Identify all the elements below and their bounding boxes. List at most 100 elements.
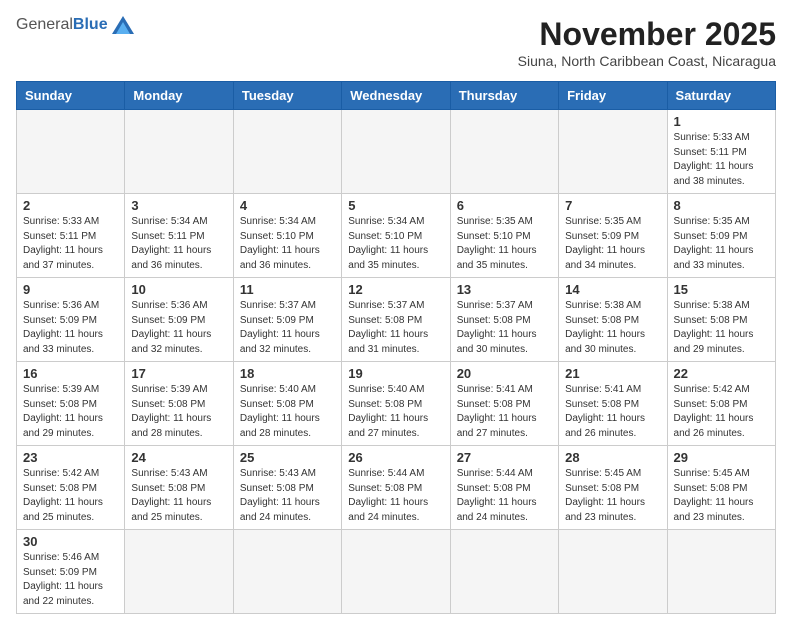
- calendar-cell: 23 Sunrise: 5:42 AM Sunset: 5:08 PM Dayli…: [17, 446, 125, 530]
- calendar-week-row: 9 Sunrise: 5:36 AM Sunset: 5:09 PM Daylig…: [17, 278, 776, 362]
- calendar-cell: 17 Sunrise: 5:39 AM Sunset: 5:08 PM Dayli…: [125, 362, 233, 446]
- day-info: Sunrise: 5:40 AM Sunset: 5:08 PM Dayligh…: [348, 383, 443, 441]
- calendar-cell: 15 Sunrise: 5:38 AM Sunset: 5:08 PM Dayli…: [667, 278, 775, 362]
- day-info: Sunrise: 5:39 AM Sunset: 5:08 PM Dayligh…: [131, 383, 226, 441]
- day-info: Sunrise: 5:44 AM Sunset: 5:08 PM Dayligh…: [348, 467, 443, 525]
- day-number: 27: [457, 450, 552, 465]
- month-title: November 2025: [518, 16, 776, 53]
- calendar-cell: [450, 530, 558, 614]
- day-info: Sunrise: 5:36 AM Sunset: 5:09 PM Dayligh…: [23, 299, 118, 357]
- calendar-cell: [17, 110, 125, 194]
- day-info: Sunrise: 5:34 AM Sunset: 5:11 PM Dayligh…: [131, 215, 226, 273]
- day-number: 17: [131, 366, 226, 381]
- logo: General Blue: [16, 16, 134, 34]
- calendar-cell: 4 Sunrise: 5:34 AM Sunset: 5:10 PM Daylig…: [233, 194, 341, 278]
- day-number: 28: [565, 450, 660, 465]
- day-number: 21: [565, 366, 660, 381]
- day-info: Sunrise: 5:41 AM Sunset: 5:08 PM Dayligh…: [457, 383, 552, 441]
- day-number: 11: [240, 282, 335, 297]
- calendar-cell: 25 Sunrise: 5:43 AM Sunset: 5:08 PM Dayli…: [233, 446, 341, 530]
- calendar-cell: 16Sunrise: 5:39 AM Sunset: 5:08 PM Dayli…: [17, 362, 125, 446]
- calendar-cell: 1Sunrise: 5:33 AM Sunset: 5:11 PM Daylig…: [667, 110, 775, 194]
- day-info: Sunrise: 5:36 AM Sunset: 5:09 PM Dayligh…: [131, 299, 226, 357]
- calendar-cell: 20Sunrise: 5:41 AM Sunset: 5:08 PM Dayli…: [450, 362, 558, 446]
- day-number: 4: [240, 198, 335, 213]
- calendar-header-row: SundayMondayTuesdayWednesdayThursdayFrid…: [17, 82, 776, 110]
- day-number: 6: [457, 198, 552, 213]
- day-info: Sunrise: 5:45 AM Sunset: 5:08 PM Dayligh…: [674, 467, 769, 525]
- calendar-cell: 7Sunrise: 5:35 AM Sunset: 5:09 PM Daylig…: [559, 194, 667, 278]
- day-info: Sunrise: 5:42 AM Sunset: 5:08 PM Dayligh…: [23, 467, 118, 525]
- day-number: 23: [23, 450, 118, 465]
- day-number: 13: [457, 282, 552, 297]
- column-header-monday: Monday: [125, 82, 233, 110]
- day-number: 22: [674, 366, 769, 381]
- day-number: 9: [23, 282, 118, 297]
- calendar-cell: [233, 530, 341, 614]
- day-info: Sunrise: 5:46 AM Sunset: 5:09 PM Dayligh…: [23, 551, 118, 609]
- calendar-cell: 14 Sunrise: 5:38 AM Sunset: 5:08 PM Dayli…: [559, 278, 667, 362]
- calendar-cell: [559, 530, 667, 614]
- calendar-week-row: 1Sunrise: 5:33 AM Sunset: 5:11 PM Daylig…: [17, 110, 776, 194]
- day-info: Sunrise: 5:37 AM Sunset: 5:08 PM Dayligh…: [457, 299, 552, 357]
- day-info: Sunrise: 5:37 AM Sunset: 5:09 PM Dayligh…: [240, 299, 335, 357]
- calendar-cell: [450, 110, 558, 194]
- day-info: Sunrise: 5:34 AM Sunset: 5:10 PM Dayligh…: [240, 215, 335, 273]
- day-number: 2: [23, 198, 118, 213]
- column-header-tuesday: Tuesday: [233, 82, 341, 110]
- calendar-cell: 29 Sunrise: 5:45 AM Sunset: 5:08 PM Dayli…: [667, 446, 775, 530]
- day-info: Sunrise: 5:33 AM Sunset: 5:11 PM Dayligh…: [674, 131, 769, 189]
- logo-general: General: [16, 16, 73, 34]
- day-info: Sunrise: 5:35 AM Sunset: 5:10 PM Dayligh…: [457, 215, 552, 273]
- calendar-cell: 26Sunrise: 5:44 AM Sunset: 5:08 PM Dayli…: [342, 446, 450, 530]
- day-number: 19: [348, 366, 443, 381]
- calendar-cell: 3 Sunrise: 5:34 AM Sunset: 5:11 PM Daylig…: [125, 194, 233, 278]
- calendar-cell: [559, 110, 667, 194]
- day-info: Sunrise: 5:41 AM Sunset: 5:08 PM Dayligh…: [565, 383, 660, 441]
- day-number: 12: [348, 282, 443, 297]
- calendar-week-row: 23 Sunrise: 5:42 AM Sunset: 5:08 PM Dayli…: [17, 446, 776, 530]
- calendar-cell: 22 Sunrise: 5:42 AM Sunset: 5:08 PM Dayli…: [667, 362, 775, 446]
- day-info: Sunrise: 5:33 AM Sunset: 5:11 PM Dayligh…: [23, 215, 118, 273]
- calendar-cell: 10 Sunrise: 5:36 AM Sunset: 5:09 PM Dayli…: [125, 278, 233, 362]
- day-number: 16: [23, 366, 118, 381]
- day-number: 30: [23, 534, 118, 549]
- calendar-cell: 12 Sunrise: 5:37 AM Sunset: 5:08 PM Dayli…: [342, 278, 450, 362]
- calendar-cell: [342, 530, 450, 614]
- column-header-thursday: Thursday: [450, 82, 558, 110]
- day-number: 25: [240, 450, 335, 465]
- calendar-table: SundayMondayTuesdayWednesdayThursdayFrid…: [16, 81, 776, 614]
- day-info: Sunrise: 5:38 AM Sunset: 5:08 PM Dayligh…: [565, 299, 660, 357]
- day-info: Sunrise: 5:40 AM Sunset: 5:08 PM Dayligh…: [240, 383, 335, 441]
- day-info: Sunrise: 5:45 AM Sunset: 5:08 PM Dayligh…: [565, 467, 660, 525]
- calendar-cell: 28 Sunrise: 5:45 AM Sunset: 5:08 PM Dayli…: [559, 446, 667, 530]
- column-header-saturday: Saturday: [667, 82, 775, 110]
- day-info: Sunrise: 5:37 AM Sunset: 5:08 PM Dayligh…: [348, 299, 443, 357]
- calendar-cell: [342, 110, 450, 194]
- day-number: 29: [674, 450, 769, 465]
- day-number: 18: [240, 366, 335, 381]
- calendar-cell: 9 Sunrise: 5:36 AM Sunset: 5:09 PM Daylig…: [17, 278, 125, 362]
- calendar-cell: [125, 530, 233, 614]
- day-number: 3: [131, 198, 226, 213]
- calendar-cell: 19 Sunrise: 5:40 AM Sunset: 5:08 PM Dayli…: [342, 362, 450, 446]
- day-info: Sunrise: 5:35 AM Sunset: 5:09 PM Dayligh…: [674, 215, 769, 273]
- day-number: 10: [131, 282, 226, 297]
- calendar-week-row: 30 Sunrise: 5:46 AM Sunset: 5:09 PM Dayli…: [17, 530, 776, 614]
- title-block: November 2025 Siuna, North Caribbean Coa…: [518, 16, 776, 69]
- calendar-cell: [125, 110, 233, 194]
- day-number: 14: [565, 282, 660, 297]
- day-info: Sunrise: 5:38 AM Sunset: 5:08 PM Dayligh…: [674, 299, 769, 357]
- column-header-friday: Friday: [559, 82, 667, 110]
- calendar-cell: 21 Sunrise: 5:41 AM Sunset: 5:08 PM Dayli…: [559, 362, 667, 446]
- column-header-sunday: Sunday: [17, 82, 125, 110]
- day-info: Sunrise: 5:42 AM Sunset: 5:08 PM Dayligh…: [674, 383, 769, 441]
- calendar-cell: 24Sunrise: 5:43 AM Sunset: 5:08 PM Dayli…: [125, 446, 233, 530]
- location-subtitle: Siuna, North Caribbean Coast, Nicaragua: [518, 53, 776, 69]
- day-info: Sunrise: 5:43 AM Sunset: 5:08 PM Dayligh…: [240, 467, 335, 525]
- calendar-cell: 2 Sunrise: 5:33 AM Sunset: 5:11 PM Daylig…: [17, 194, 125, 278]
- calendar-cell: 27Sunrise: 5:44 AM Sunset: 5:08 PM Dayli…: [450, 446, 558, 530]
- calendar-cell: 18 Sunrise: 5:40 AM Sunset: 5:08 PM Dayli…: [233, 362, 341, 446]
- calendar-cell: [233, 110, 341, 194]
- day-number: 15: [674, 282, 769, 297]
